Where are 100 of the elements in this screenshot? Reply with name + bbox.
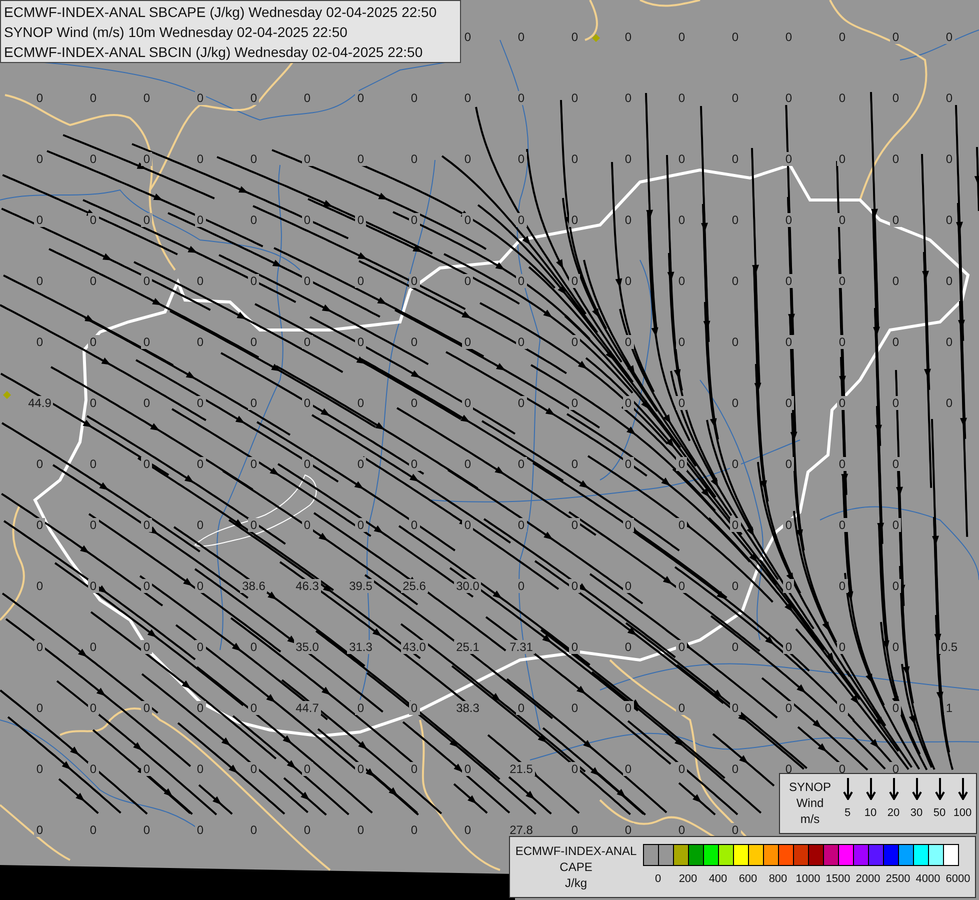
- cape-value: 0: [569, 640, 580, 654]
- cape-value: 0: [676, 822, 688, 836]
- cape-value: 0: [462, 396, 474, 410]
- cape-value: 0: [569, 762, 580, 776]
- cape-value: 0: [141, 578, 152, 592]
- cape-value: 44.7: [294, 700, 321, 714]
- cape-value: 0: [34, 456, 46, 470]
- cape-value: 0: [248, 700, 260, 714]
- cape-value: 46.3: [294, 578, 321, 592]
- cape-value: 0: [355, 518, 366, 532]
- legend-label: 1000: [796, 872, 820, 886]
- cape-value: 0: [462, 518, 474, 532]
- cape-value: 0: [783, 456, 794, 470]
- cape-value: 0: [462, 212, 474, 226]
- station-marker-icon: [3, 391, 11, 399]
- cape-value: 0: [783, 30, 794, 44]
- cape-value: 0: [676, 456, 688, 470]
- down-arrow-icon: [866, 778, 876, 800]
- cape-value: 0: [676, 334, 688, 348]
- cape-value: 27.8: [508, 822, 535, 836]
- cape-value: 0: [676, 152, 688, 166]
- cape-value: 0: [890, 640, 902, 654]
- cape-value: 43.0: [400, 640, 428, 654]
- cape-value: 30.0: [454, 578, 482, 592]
- legend-title: m/s: [800, 811, 820, 827]
- cape-value: 0: [890, 700, 902, 714]
- cape-value: 0: [462, 90, 474, 104]
- cape-value: 0: [783, 640, 794, 654]
- legend-label: 10: [864, 806, 877, 820]
- cape-value: 0: [569, 212, 580, 226]
- cape-value: 0: [569, 90, 580, 104]
- down-arrow-icon: [934, 778, 944, 800]
- cape-value: 0: [248, 212, 260, 226]
- cape-value: 25.6: [400, 578, 428, 592]
- cape-value: 0: [34, 578, 46, 592]
- cape-value: 0: [890, 212, 902, 226]
- cape-value: 0: [890, 90, 902, 104]
- cape-value: 0: [890, 578, 902, 592]
- legend-title: ECMWF-INDEX-ANAL: [515, 843, 637, 859]
- cape-value: 0: [248, 822, 260, 836]
- cape-value: 0: [569, 152, 580, 166]
- legend-label: 50: [933, 806, 946, 820]
- legend-title: CAPE: [560, 859, 592, 875]
- cape-value: 0: [141, 334, 152, 348]
- cape-value: 0: [890, 456, 902, 470]
- cape-value: 0: [355, 822, 366, 836]
- legend-label: 5: [844, 806, 851, 820]
- down-arrow-icon: [912, 778, 922, 800]
- cape-value: 0: [355, 700, 366, 714]
- station-marker-icon: [592, 34, 600, 42]
- cape-value: 0: [34, 152, 46, 166]
- cape-value: 0: [783, 518, 794, 532]
- cape-value: 0: [783, 212, 794, 226]
- cape-value: 0: [676, 762, 688, 776]
- cape-value: 35.0: [294, 640, 321, 654]
- cape-value: 21.5: [508, 762, 535, 776]
- cape-value: 0: [569, 396, 580, 410]
- cape-value: 0: [141, 152, 152, 166]
- cape-value: 0: [569, 700, 580, 714]
- legend-label: 800: [768, 872, 788, 886]
- cape-value: 0: [248, 90, 260, 104]
- legend-label: 400: [708, 872, 728, 886]
- cape-value: 0: [783, 334, 794, 348]
- cape-value: 0: [355, 762, 366, 776]
- cape-value: 0: [783, 90, 794, 104]
- cape-value: 0: [248, 396, 260, 410]
- down-arrow-icon: [842, 778, 852, 800]
- cape-value: 0: [676, 274, 688, 288]
- cape-value: 0: [569, 334, 580, 348]
- cape-value: 0: [248, 762, 260, 776]
- cape-value: 0: [355, 396, 366, 410]
- legend-title: SYNOP: [788, 779, 831, 795]
- cape-value: 0: [248, 152, 260, 166]
- cape-value: 0: [783, 396, 794, 410]
- cape-value: 0: [34, 822, 46, 836]
- cape-value: 0: [355, 334, 366, 348]
- cape-value: 38.3: [454, 700, 482, 714]
- legend-label: 6000: [946, 872, 970, 886]
- cape-value: 0: [141, 700, 152, 714]
- cape-value: 0: [141, 396, 152, 410]
- legend-label: 0: [654, 872, 662, 886]
- cape-value: 0: [462, 822, 474, 836]
- legend-label: 600: [738, 872, 758, 886]
- cape-value: 0: [34, 90, 46, 104]
- cape-value: 0: [890, 30, 902, 44]
- cape-value: 0: [890, 152, 902, 166]
- down-arrow-icon: [958, 778, 968, 800]
- cape-value: 0: [355, 456, 366, 470]
- cape-value: 0: [890, 334, 902, 348]
- cape-value: 0: [462, 274, 474, 288]
- cape-value: 0: [783, 152, 794, 166]
- cape-value: 0: [569, 578, 580, 592]
- title-line: ECMWF-INDEX-ANAL SBCIN (J/kg) Wednesday 02-04-2025 22:50: [4, 42, 424, 62]
- legend-label: 4000: [916, 872, 940, 886]
- cape-value: 0: [783, 274, 794, 288]
- cape-value: 0: [676, 518, 688, 532]
- cape-value: 39.5: [347, 578, 374, 592]
- legend-label: 100: [953, 806, 972, 820]
- cape-value: 0: [890, 274, 902, 288]
- cape-value: 0: [462, 152, 474, 166]
